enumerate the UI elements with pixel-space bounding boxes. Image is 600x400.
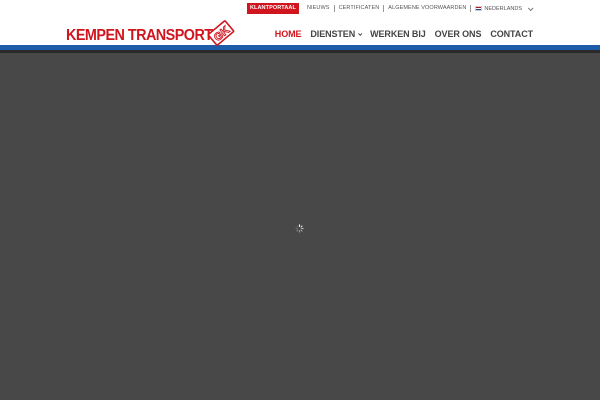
divider xyxy=(470,5,472,12)
loading-spinner-icon xyxy=(295,224,304,233)
gk-logo-icon[interactable]: GK xyxy=(206,18,236,48)
nieuws-link[interactable]: Nieuws xyxy=(303,3,334,14)
dutch-flag-icon xyxy=(475,6,483,11)
site-logo-text[interactable]: KEMPEN TRANSPORT xyxy=(66,28,213,44)
klantportaal-link[interactable]: Klantportaal xyxy=(246,3,299,14)
nav-item-over-ons[interactable]: OVER ONS xyxy=(435,29,482,39)
nav-item-werken-bij[interactable]: WERKEN BIJ xyxy=(370,29,426,39)
algemene-voorwaarden-link[interactable]: Algemene voorwaarden xyxy=(384,3,470,14)
chevron-down-icon xyxy=(358,31,363,36)
language-selector[interactable]: Nederlands xyxy=(475,4,534,12)
nav-item-home[interactable]: HOME xyxy=(275,29,302,39)
certificaten-link[interactable]: Certificaten xyxy=(335,3,384,14)
nav-label: HOME xyxy=(274,29,302,39)
nav-item-contact[interactable]: CONTACT xyxy=(490,29,533,39)
loading-overlay xyxy=(0,53,600,400)
nav-item-diensten[interactable]: DIENSTEN xyxy=(310,29,363,39)
utility-bar: Klantportaal Nieuws Certificaten Algemen… xyxy=(0,0,600,18)
site-header: KEMPEN TRANSPORT HOME DIENSTEN WERKEN BI… xyxy=(0,18,600,45)
nav-label: DIENSTEN xyxy=(310,29,356,39)
nav-label: CONTACT xyxy=(490,29,533,39)
nav-label: WERKEN BIJ xyxy=(370,29,426,39)
chevron-down-icon xyxy=(527,4,534,11)
main-nav: HOME DIENSTEN WERKEN BIJ OVER ONS CONTAC… xyxy=(266,29,533,39)
language-label: Nederlands xyxy=(484,5,522,12)
utility-links: Klantportaal Nieuws Certificaten Algemen… xyxy=(246,3,534,14)
nav-label: OVER ONS xyxy=(434,29,482,39)
